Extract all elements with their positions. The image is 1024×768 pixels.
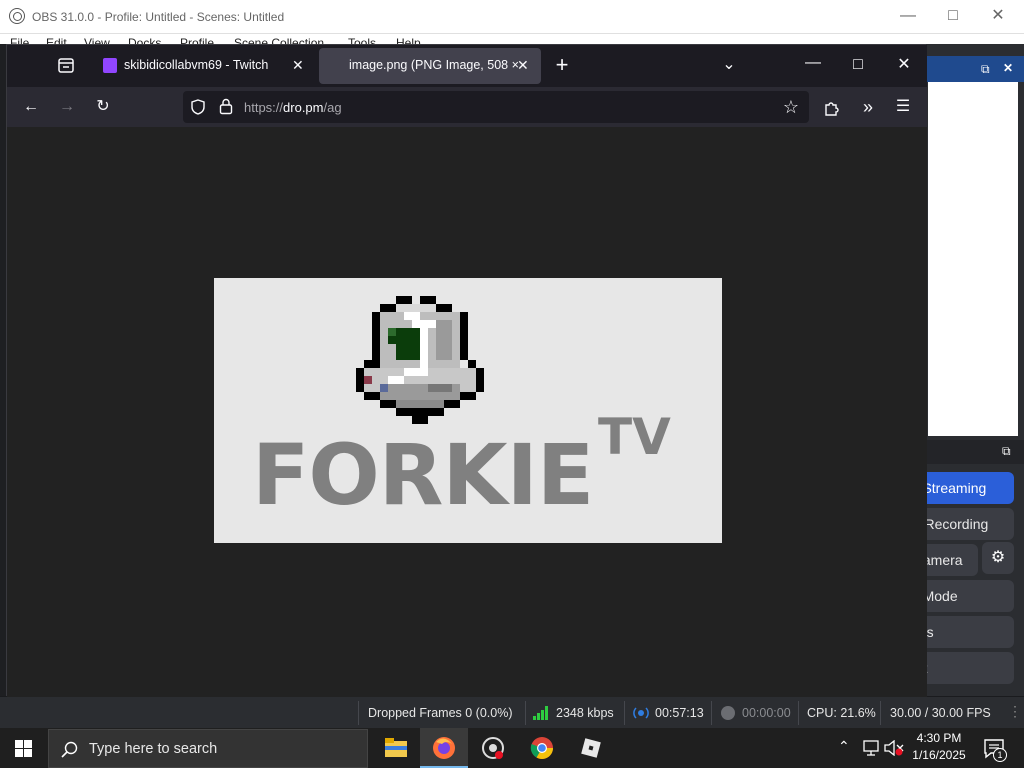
firefox-nav-bar: ← → ↻ https://dro.pm/ag ☆ » ☰ (7, 87, 927, 127)
tab-label: skibidicollabvm69 - Twitch (124, 58, 269, 72)
record-status-icon (721, 706, 735, 720)
obs-logo-icon (9, 8, 25, 24)
obs-menu-profile[interactable]: Profile (180, 36, 214, 44)
cpu-usage-text: CPU: 21.6% (807, 706, 876, 720)
firefox-view-icon[interactable] (57, 56, 75, 74)
obs-close-button[interactable]: ✕ (988, 6, 1008, 26)
search-icon (61, 741, 78, 758)
settings-button[interactable]: Settings (925, 616, 1014, 648)
obs-menubar: File Edit View Docks Profile Scene Colle… (0, 34, 1024, 44)
start-recording-button[interactable]: Start Recording (925, 508, 1014, 540)
url-host: dro.pm (283, 100, 324, 115)
status-divider (358, 701, 359, 725)
obs-window-title: OBS 31.0.0 - Profile: Untitled - Scenes:… (32, 10, 285, 24)
preview-area (928, 82, 1018, 436)
studio-mode-button[interactable]: Studio Mode (925, 580, 1014, 612)
tab-image-png[interactable]: image.png (PNG Image, 508 × 2 ✕ (319, 48, 541, 84)
taskbar-search-box[interactable]: Type here to search (48, 729, 368, 768)
obs-menu-edit[interactable]: Edit (46, 36, 67, 44)
url-scheme: https:// (244, 100, 284, 115)
controls-undock-icon[interactable]: ⧉ (1002, 444, 1011, 458)
obs-titlebar: OBS 31.0.0 - Profile: Untitled - Scenes:… (0, 0, 1024, 34)
chrome-icon[interactable] (518, 728, 566, 768)
status-divider (711, 701, 712, 725)
obs-right-panel: ⧉ ✕ ⧉ Start Streaming Start Recording St… (925, 44, 1024, 696)
url-bar[interactable]: https://dro.pm/ag ☆ (183, 91, 809, 123)
obs-menu-file[interactable]: File (10, 36, 29, 44)
app-menu-hamburger-icon[interactable]: ☰ (891, 95, 915, 119)
exit-button[interactable]: Exit (925, 652, 1014, 684)
record-time-text: 00:00:00 (742, 706, 791, 720)
tab-close-icon[interactable]: ✕ (517, 57, 529, 74)
bookmark-star-icon[interactable]: ☆ (779, 95, 803, 119)
notification-count-badge: 1 (993, 748, 1007, 762)
start-virtual-camera-button[interactable]: Start Virtual Camera (925, 544, 978, 576)
windows-start-icon[interactable] (15, 740, 32, 757)
search-placeholder: Type here to search (89, 741, 218, 757)
clock-date: 1/16/2025 (912, 748, 966, 762)
volume-muted-icon[interactable] (884, 740, 904, 756)
taskbar-clock[interactable]: 4:30 PM 1/16/2025 (904, 730, 974, 764)
dock-close-icon[interactable]: ✕ (1003, 61, 1013, 75)
network-icon[interactable] (862, 740, 880, 756)
status-divider (525, 701, 526, 725)
start-streaming-button[interactable]: Start Streaming (925, 472, 1014, 504)
page-content: FORKIE TV (7, 127, 927, 697)
status-divider (624, 701, 625, 725)
obs-menu-help[interactable]: Help (396, 36, 421, 44)
fork-globe-pixel-logo (356, 296, 484, 424)
firefox-icon[interactable] (420, 728, 468, 768)
url-text[interactable]: https://dro.pm/ag (244, 100, 342, 115)
ff-maximize-button[interactable]: □ (846, 53, 870, 77)
tracking-protection-shield-icon[interactable] (190, 99, 206, 115)
resize-grip-icon[interactable]: ⋮ (1008, 703, 1022, 720)
more-tools-chevrons-icon[interactable]: » (856, 95, 880, 119)
clock-time: 4:30 PM (916, 731, 962, 745)
roblox-icon[interactable] (567, 728, 615, 768)
obs-menu-docks[interactable]: Docks (128, 36, 161, 44)
obs-maximize-button[interactable]: □ (943, 6, 963, 26)
lock-icon[interactable] (219, 98, 233, 115)
undock-icon[interactable]: ⧉ (981, 62, 990, 76)
tab-close-icon[interactable]: ✕ (292, 57, 304, 74)
forkie-wordmark: FORKIE (252, 426, 594, 524)
stream-time-text: 00:57:13 (655, 706, 704, 720)
forkie-tv-logo-image: FORKIE TV (214, 278, 722, 543)
obs-status-bar: Dropped Frames 0 (0.0%) 2348 kbps 00:57:… (0, 696, 1024, 728)
ff-minimize-button[interactable]: — (801, 51, 825, 75)
dropped-frames-text: Dropped Frames 0 (0.0%) (368, 706, 513, 720)
tv-wordmark: TV (598, 408, 671, 466)
tab-label: image.png (PNG Image, 508 × 2 (349, 58, 521, 72)
status-divider (798, 701, 799, 725)
obs-menu-view[interactable]: View (84, 36, 110, 44)
controls-dock-header: ⧉ (925, 440, 1024, 464)
firefox-window: skibidicollabvm69 - Twitch ✕ image.png (… (6, 44, 927, 697)
firefox-tab-bar: skibidicollabvm69 - Twitch ✕ image.png (… (7, 45, 927, 87)
signal-bars-icon (533, 706, 548, 720)
file-explorer-icon[interactable] (371, 728, 419, 768)
bitrate-text: 2348 kbps (556, 706, 614, 720)
new-tab-plus-icon[interactable]: + (550, 53, 574, 77)
list-all-tabs-chevron-down-icon[interactable]: ⌄ (717, 53, 741, 77)
extensions-puzzle-icon[interactable] (823, 99, 841, 117)
obs-menu-tools[interactable]: Tools (348, 36, 376, 44)
obs-menu-scene-collection[interactable]: Scene Collection (234, 36, 324, 44)
preview-dock-header: ⧉ ✕ (925, 56, 1024, 82)
stream-live-icon (633, 707, 649, 719)
tab-twitch[interactable]: skibidicollabvm69 - Twitch ✕ (95, 48, 313, 84)
reload-icon[interactable]: ↻ (91, 95, 115, 119)
ff-close-button[interactable]: ✕ (892, 53, 916, 77)
twitch-favicon-icon (103, 58, 117, 73)
back-arrow-icon[interactable]: ← (19, 95, 43, 119)
status-divider (880, 701, 881, 725)
obs-minimize-button[interactable]: — (898, 6, 918, 26)
url-path: /ag (323, 100, 342, 115)
obs-icon[interactable] (469, 728, 517, 768)
virtual-camera-settings-gear-icon[interactable]: ⚙ (982, 542, 1014, 574)
windows-taskbar: Type here to search ⌃ 4:30 PM 1/16/2025 … (0, 728, 1024, 768)
show-hidden-icons-chevron-up-icon[interactable]: ⌃ (838, 738, 850, 755)
forward-arrow-icon[interactable]: → (55, 95, 79, 119)
fps-text: 30.00 / 30.00 FPS (890, 706, 991, 720)
